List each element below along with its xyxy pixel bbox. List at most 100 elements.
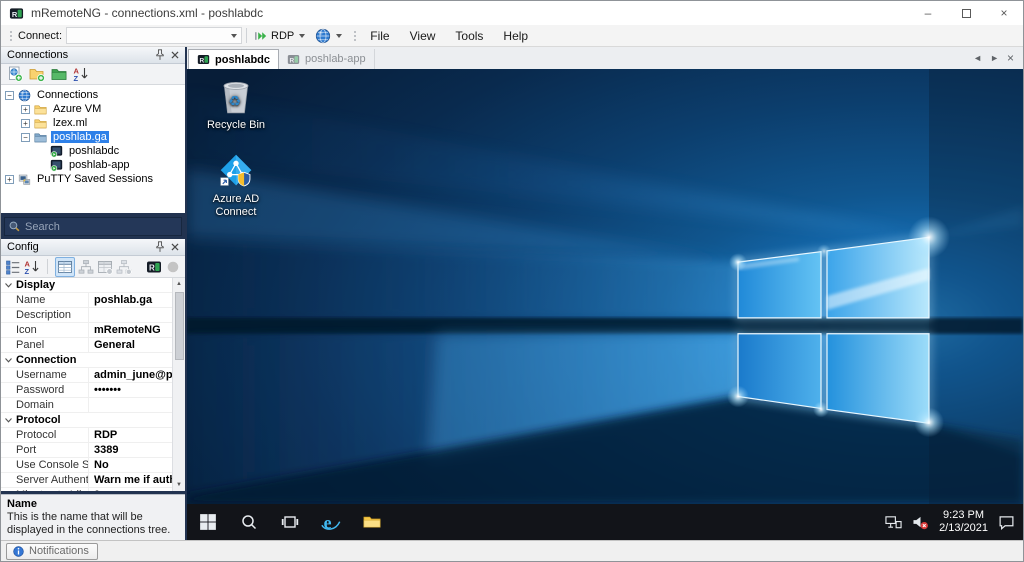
taskbar-task-view-button[interactable] xyxy=(269,504,310,540)
action-center-icon[interactable] xyxy=(998,515,1015,530)
minimize-button[interactable]: – xyxy=(909,1,947,25)
inheritance-default-icon[interactable] xyxy=(116,259,132,275)
selected-tool-highlight[interactable] xyxy=(55,256,75,277)
categorized-icon[interactable] xyxy=(5,259,21,275)
svg-text:R: R xyxy=(149,263,155,272)
menu-view[interactable]: View xyxy=(400,26,446,46)
expand-icon[interactable]: + xyxy=(5,174,14,184)
notifications-tab[interactable]: Notifications xyxy=(6,542,98,560)
config-grid-scrollbar[interactable]: ▲ ▼ xyxy=(172,278,185,491)
new-folder-icon[interactable] xyxy=(29,66,45,82)
property-value[interactable]: admin_june@posh xyxy=(89,369,172,381)
property-value[interactable]: General xyxy=(89,339,172,351)
taskbar-search-button[interactable] xyxy=(228,504,269,540)
sort-icon[interactable]: AZ xyxy=(24,259,40,275)
volume-muted-icon[interactable] xyxy=(912,515,929,530)
menu-file[interactable]: File xyxy=(360,26,399,46)
scrollbar-thumb[interactable] xyxy=(174,292,184,360)
property-value[interactable]: 3389 xyxy=(89,444,172,456)
chevron-down-icon[interactable] xyxy=(231,34,238,41)
tree-item-putty-saved-sessions[interactable]: + PuTTY Saved Sessions xyxy=(1,172,185,186)
pin-icon[interactable] xyxy=(153,48,167,62)
expand-icon[interactable]: + xyxy=(21,118,30,128)
chevron-down-icon[interactable] xyxy=(336,34,343,41)
taskbar-start-button[interactable] xyxy=(187,504,228,540)
pin-icon[interactable] xyxy=(153,240,167,254)
config-property-panel[interactable]: Panel General xyxy=(1,338,172,353)
close-icon[interactable] xyxy=(168,48,182,62)
config-category-connection[interactable]: Connection xyxy=(1,353,172,368)
menu-tools[interactable]: Tools xyxy=(445,26,493,46)
circle-gray-icon[interactable] xyxy=(165,259,181,275)
scroll-down-icon[interactable]: ▼ xyxy=(173,479,185,491)
quick-connect-input[interactable] xyxy=(67,28,230,43)
property-value[interactable]: Warn me if authen xyxy=(89,474,172,486)
tree-item-azure-vm[interactable]: + Azure VM xyxy=(1,102,185,116)
menubar: File View Tools Help xyxy=(360,26,538,46)
tree-item-connections[interactable]: − Connections xyxy=(1,88,185,102)
taskbar-file-explorer-button[interactable] xyxy=(351,504,392,540)
connection-tab-poshlab-app[interactable]: Rposhlab-app xyxy=(279,49,375,69)
inheritance-icon[interactable] xyxy=(78,259,94,275)
scroll-up-icon[interactable]: ▲ xyxy=(173,278,185,290)
property-value[interactable]: RDP xyxy=(89,429,172,441)
config-property-minutes-to-idle[interactable]: Minutes to Idle0 xyxy=(1,488,172,491)
toolbar-grip[interactable] xyxy=(8,28,13,43)
taskbar-clock[interactable]: 9:23 PM 2/13/2021 xyxy=(939,509,988,535)
property-value[interactable]: 0 xyxy=(89,489,172,491)
taskbar-internet-explorer-button[interactable]: e xyxy=(310,504,351,540)
start-icon xyxy=(199,513,217,531)
config-property-port[interactable]: Port 3389 xyxy=(1,443,172,458)
expand-icon[interactable]: + xyxy=(21,104,30,114)
collapse-icon[interactable]: − xyxy=(5,90,14,100)
tab-close-icon[interactable]: × xyxy=(1007,52,1014,64)
tree-item-lzex-ml[interactable]: + lzex.ml xyxy=(1,116,185,130)
property-value[interactable]: ••••••• xyxy=(89,384,172,396)
config-property-protocol[interactable]: Protocol RDP xyxy=(1,428,172,443)
config-property-username[interactable]: Usernameadmin_june@posh xyxy=(1,368,172,383)
properties-default-icon[interactable] xyxy=(97,259,113,275)
search-input[interactable] xyxy=(21,220,178,233)
remote-desktop[interactable]: ♻ Recycle Bin Azure AD Connect xyxy=(187,69,1023,504)
tab-scroll-left-icon[interactable]: ◄ xyxy=(973,53,982,63)
connection-tab-poshlabdc[interactable]: Rposhlabdc xyxy=(188,49,280,69)
tree-item-poshlab-ga[interactable]: − poshlab.ga xyxy=(1,130,185,144)
property-value[interactable]: poshlab.ga xyxy=(89,294,172,306)
config-category-protocol[interactable]: Protocol xyxy=(1,413,172,428)
chevron-down-icon[interactable] xyxy=(299,34,306,41)
maximize-button[interactable] xyxy=(947,1,985,25)
menu-help[interactable]: Help xyxy=(493,26,538,46)
sort-icon[interactable]: AZ xyxy=(73,66,89,82)
config-property-description[interactable]: Description xyxy=(1,308,172,323)
folder-icon xyxy=(33,103,48,116)
svg-text:Z: Z xyxy=(74,74,79,82)
config-property-domain[interactable]: Domain xyxy=(1,398,172,413)
config-property-server-authenti[interactable]: Server AuthentiWarn me if authen xyxy=(1,473,172,488)
config-property-use-console-se[interactable]: Use Console Se No xyxy=(1,458,172,473)
menubar-grip[interactable] xyxy=(352,28,358,43)
quick-connect-protocol-button[interactable]: RDP xyxy=(251,29,312,43)
close-icon[interactable] xyxy=(168,240,182,254)
tab-scroll-right-icon[interactable]: ► xyxy=(990,53,999,63)
properties-icon[interactable] xyxy=(57,259,73,275)
close-button[interactable]: × xyxy=(985,1,1023,25)
property-value[interactable]: mRemoteNG xyxy=(89,324,172,336)
search-box[interactable] xyxy=(4,217,182,236)
folder-green-icon[interactable] xyxy=(51,66,67,82)
desktop-icon-recycle-bin[interactable]: ♻ Recycle Bin xyxy=(196,78,276,132)
property-value[interactable]: No xyxy=(89,459,172,471)
collapse-icon[interactable]: − xyxy=(21,132,30,142)
tree-item-poshlab-app[interactable]: poshlab-app xyxy=(1,158,185,172)
mremoteng-icon[interactable]: R xyxy=(146,259,162,275)
network-icon[interactable] xyxy=(885,515,902,530)
category-label: Display xyxy=(16,279,56,291)
config-property-name[interactable]: Name poshlab.ga xyxy=(1,293,172,308)
new-connection-icon[interactable] xyxy=(7,66,23,82)
config-property-password[interactable]: Password ••••••• xyxy=(1,383,172,398)
quick-connect-combobox[interactable] xyxy=(66,27,243,44)
desktop-icon-azure-ad-connect[interactable]: Azure AD Connect xyxy=(196,152,276,219)
config-property-icon[interactable]: Icon mRemoteNG xyxy=(1,323,172,338)
config-category-display[interactable]: Display xyxy=(1,278,172,293)
tree-item-poshlabdc[interactable]: poshlabdc xyxy=(1,144,185,158)
external-tools-button[interactable] xyxy=(312,28,349,44)
